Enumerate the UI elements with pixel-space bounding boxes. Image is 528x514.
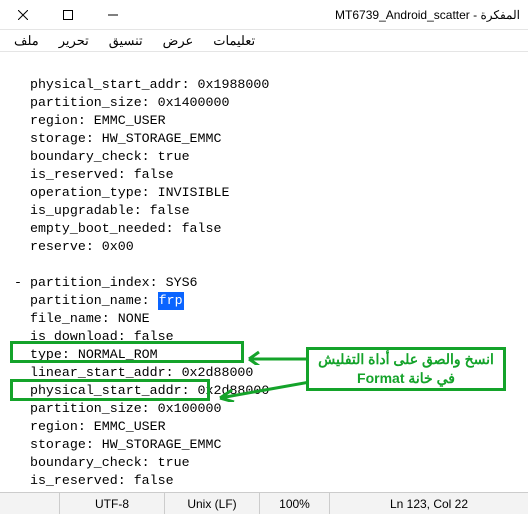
code-line: operation_type: INVISIBLE — [14, 185, 229, 200]
code-line: partition_size: 0x100000 — [14, 401, 221, 416]
code-line: empty_boot_needed: false — [14, 221, 221, 236]
selected-text: frp — [158, 292, 184, 310]
code-line: region: EMMC_USER — [14, 113, 166, 128]
code-line: storage: HW_STORAGE_EMMC — [14, 437, 221, 452]
code-line: region: EMMC_USER — [14, 419, 166, 434]
code-line: type: NORMAL_ROM — [14, 347, 158, 362]
status-zoom: 100% — [260, 493, 330, 514]
close-icon — [18, 10, 28, 20]
maximize-icon — [63, 10, 73, 20]
window-title: MT6739_Android_scatter - المفكرة — [135, 8, 528, 22]
code-line: file_name: NONE — [14, 311, 150, 326]
code-line: boundary_check: true — [14, 149, 190, 164]
menu-help[interactable]: تعليمات — [203, 31, 265, 51]
menu-bar: ملف تحرير تنسيق عرض تعليمات — [0, 30, 528, 52]
code-line: storage: HW_STORAGE_EMMC — [14, 131, 221, 146]
code-line: - partition_index: SYS6 — [14, 275, 198, 290]
close-button[interactable] — [0, 0, 45, 30]
status-position: Ln 123, Col 22 — [330, 493, 528, 514]
status-spacer — [0, 493, 60, 514]
code-line: is_reserved: false — [14, 473, 174, 488]
maximize-button[interactable] — [45, 0, 90, 30]
code-line: physical_start_addr: 0x2d88000 — [14, 383, 269, 398]
status-lineending: Unix (LF) — [165, 493, 260, 514]
text-editor[interactable]: physical_start_addr: 0x1988000 partition… — [0, 52, 528, 492]
title-bar: MT6739_Android_scatter - المفكرة — [0, 0, 528, 30]
code-line: physical_start_addr: 0x1988000 — [14, 77, 269, 92]
menu-edit[interactable]: تحرير — [49, 31, 99, 51]
menu-view[interactable]: عرض — [153, 31, 204, 51]
code-line: is_download: false — [14, 329, 174, 344]
code-line — [14, 257, 22, 272]
status-encoding: UTF-8 — [60, 493, 165, 514]
minimize-icon — [108, 10, 118, 20]
code-line: partition_size: 0x1400000 — [14, 95, 229, 110]
code-line: is_reserved: false — [14, 167, 174, 182]
menu-format[interactable]: تنسيق — [99, 31, 153, 51]
code-line: linear_start_addr: 0x2d88000 — [14, 365, 253, 380]
menu-file[interactable]: ملف — [4, 31, 49, 51]
annotation-callout: انسخ والصق على أداة التفليش في خانة Form… — [306, 347, 506, 391]
code-line: reserve: 0x00 — [14, 239, 134, 254]
status-bar: UTF-8 Unix (LF) 100% Ln 123, Col 22 — [0, 492, 528, 514]
minimize-button[interactable] — [90, 0, 135, 30]
code-line: boundary_check: true — [14, 455, 190, 470]
code-line: partition_name: frp — [14, 293, 184, 308]
code-line: is_upgradable: false — [14, 203, 190, 218]
